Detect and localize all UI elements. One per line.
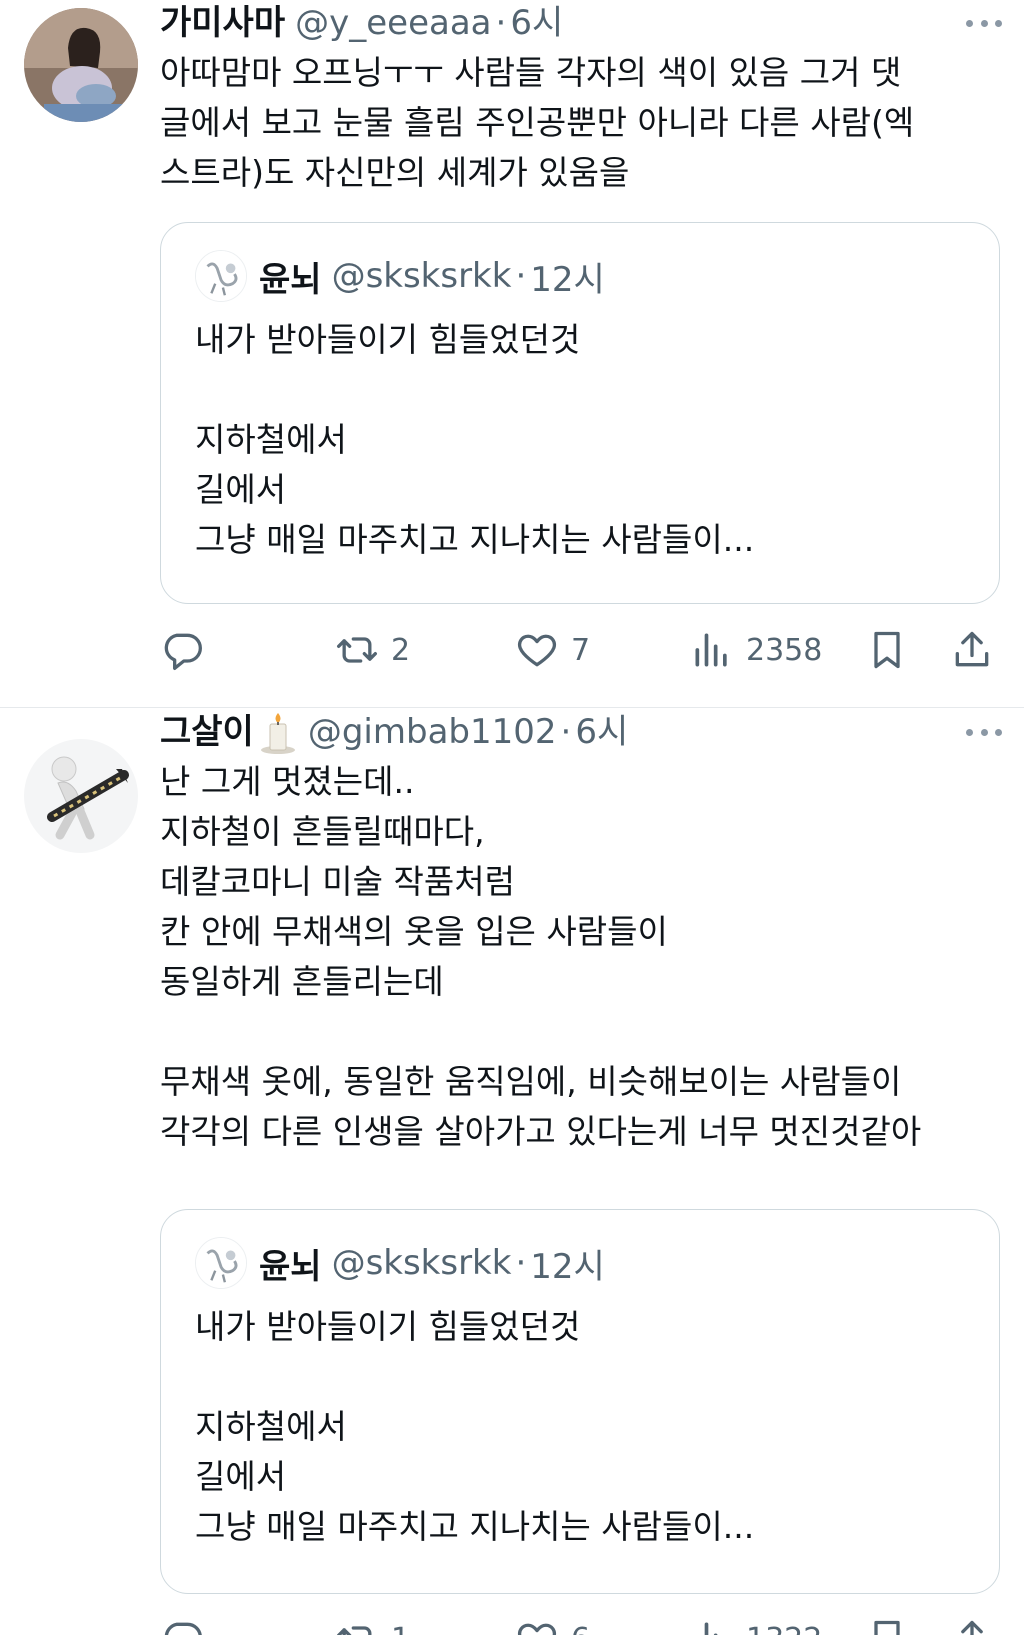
bookmark-button[interactable] [865, 1609, 909, 1635]
user-handle[interactable]: @gimbab1102 [308, 707, 557, 757]
retweet-icon [337, 637, 377, 663]
user-handle[interactable]: @y_eeeaaa [295, 0, 491, 48]
heart-icon [518, 634, 556, 667]
bookmark-icon [874, 631, 900, 669]
timestamp[interactable]: 6시 [510, 0, 563, 48]
quoted-timestamp: 12시 [530, 259, 605, 300]
quoted-tweet-text: 내가 받아들이기 힘들었던것 지하철에서 길에서 그냥 매일 마주치고 지나치는… [195, 1307, 755, 1546]
bookmark-icon [874, 1620, 900, 1635]
views-button[interactable]: 2358 [690, 620, 822, 680]
quoted-user-handle: @sksksrkk [331, 256, 512, 296]
separator-dot: · [515, 256, 527, 296]
tweet-header: 그살이 @gimbab1102 · 6시 [160, 707, 1004, 757]
retweet-count: 2 [391, 632, 411, 668]
timeline-feed: 가미사마 @y_eeeaaa · 6시 아따맘마 오프닝ㅜㅜ 사람들 각자의 색… [0, 0, 1024, 1635]
share-button[interactable] [950, 1609, 994, 1635]
quoted-tweet-header: 윤뇌 @sksksrkk · 12시 [195, 1237, 605, 1289]
tweet-text: 아따맘마 오프닝ㅜㅜ 사람들 각자의 색이 있음 그거 댓 글에서 보고 눈물 … [160, 53, 915, 192]
views-icon [704, 1622, 718, 1635]
separator-dot: · [515, 1243, 527, 1283]
like-count: 7 [571, 632, 591, 668]
avatar[interactable] [24, 739, 138, 853]
quoted-display-name: 윤뇌 [259, 1246, 322, 1287]
tweet-header: 가미사마 @y_eeeaaa · 6시 [160, 0, 1004, 48]
reply-icon [164, 633, 202, 670]
view-count: 2358 [746, 632, 823, 668]
retweet-button[interactable]: 1 [335, 1609, 410, 1635]
quoted-avatar [195, 250, 247, 302]
reply-button[interactable] [160, 1609, 216, 1635]
like-button[interactable]: 6 [515, 1609, 590, 1635]
timestamp[interactable]: 6시 [575, 707, 628, 757]
share-icon [955, 631, 989, 667]
quoted-tweet[interactable]: 윤뇌 @sksksrkk · 12시 내가 받아들이기 힘들었던것 지하철에서 … [160, 222, 1000, 604]
avatar[interactable] [24, 8, 138, 122]
more-options-icon[interactable] [964, 717, 1004, 747]
tweet-actions: 2 7 2358 [160, 620, 1010, 680]
quoted-tweet-text: 내가 받아들이기 힘들었던것 지하철에서 길에서 그냥 매일 마주치고 지나치는… [195, 320, 755, 559]
tweet-text: 난 그게 멋졌는데.. 지하철이 흔들릴때마다, 데칼코마니 미술 작품처럼 칸… [160, 762, 922, 1151]
share-icon [961, 1620, 983, 1635]
reply-icon [164, 1622, 202, 1635]
reply-button[interactable] [160, 620, 216, 680]
tweet[interactable]: 그살이 @gimbab1102 · 6시 난 그게 멋졌는데.. 지하철이 흔들… [0, 709, 1024, 1635]
like-count: 6 [571, 1622, 590, 1635]
quoted-tweet[interactable]: 윤뇌 @sksksrkk · 12시 내가 받아들이기 힘들었던것 지하철에서 … [160, 1209, 1000, 1594]
quoted-user-handle: @sksksrkk [331, 1243, 512, 1283]
bookmark-button[interactable] [865, 620, 909, 680]
tweet-actions: 1 6 1322 [160, 1609, 1010, 1635]
display-name[interactable]: 그살이 [160, 707, 254, 757]
more-options-icon[interactable] [964, 8, 1004, 38]
quoted-display-name: 윤뇌 [259, 259, 322, 300]
quoted-avatar [195, 1237, 247, 1289]
heart-icon [518, 1623, 556, 1635]
quoted-tweet-header: 윤뇌 @sksksrkk · 12시 [195, 250, 605, 302]
views-button[interactable]: 1322 [690, 1609, 822, 1635]
tweet[interactable]: 가미사마 @y_eeeaaa · 6시 아따맘마 오프닝ㅜㅜ 사람들 각자의 색… [0, 0, 1024, 708]
view-count: 1322 [746, 1622, 822, 1635]
retweet-count: 1 [391, 1622, 410, 1635]
share-button[interactable] [950, 620, 994, 680]
retweet-button[interactable]: 2 [335, 620, 410, 680]
separator-dot: · [560, 712, 572, 752]
retweet-icon [337, 1626, 372, 1635]
quoted-timestamp: 12시 [530, 1246, 605, 1287]
views-icon [695, 633, 727, 667]
like-button[interactable]: 7 [515, 620, 590, 680]
display-name[interactable]: 가미사마 [160, 0, 285, 48]
separator-dot: · [495, 3, 507, 43]
candle-emoji-icon [258, 710, 298, 754]
